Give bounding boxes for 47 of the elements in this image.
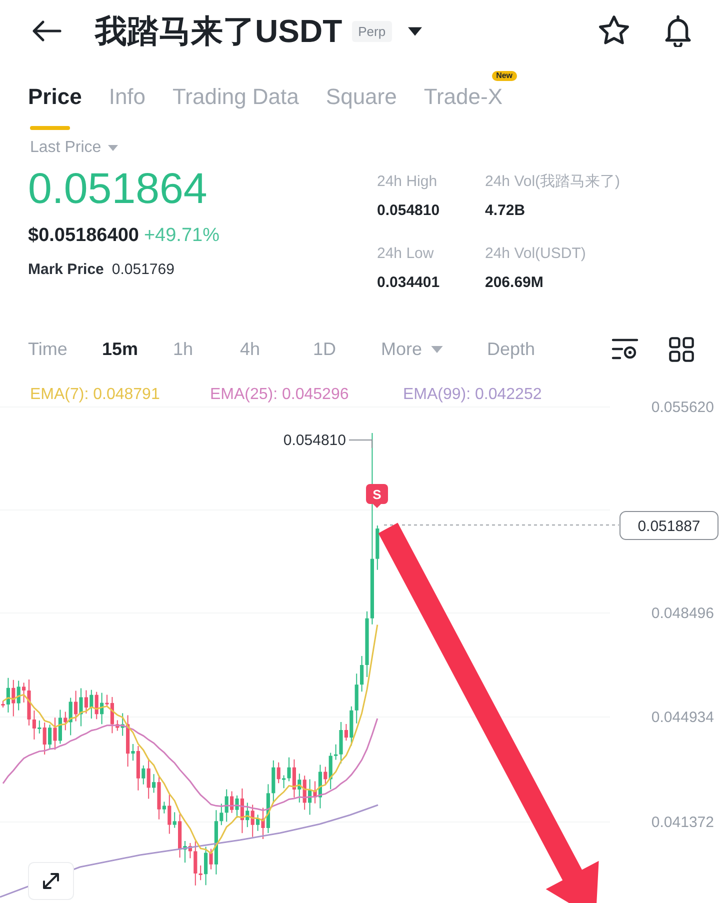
new-badge: New bbox=[492, 71, 517, 81]
tab[interactable]: Price bbox=[28, 84, 82, 110]
current-price-tag: 0.051887 bbox=[620, 511, 718, 540]
price-axis-label: 0.055620 bbox=[651, 399, 714, 416]
stat-value: 4.72B bbox=[485, 202, 526, 220]
interval-tab[interactable]: Time bbox=[28, 338, 102, 360]
stat-label: 24h Vol(我踏马来了) bbox=[485, 173, 620, 191]
last-price: 0.051864 bbox=[28, 165, 208, 213]
stat-label: 24h High bbox=[377, 173, 438, 191]
tab[interactable]: Trading Data bbox=[172, 84, 299, 110]
price-change: +49.71% bbox=[144, 225, 220, 247]
high-price-label: 0.054810 bbox=[283, 432, 346, 449]
mark-price: 0.051769 bbox=[112, 261, 174, 279]
stat-value: 0.034401 bbox=[377, 274, 441, 292]
ema-legend: EMA(99): 0.042252 bbox=[403, 386, 542, 404]
star-icon[interactable] bbox=[598, 15, 630, 47]
interval-tab[interactable]: Depth bbox=[487, 338, 536, 360]
mark-price-label: Mark Price bbox=[28, 261, 104, 279]
pair-title: 我踏马来了USDT bbox=[95, 12, 342, 50]
last-price-label[interactable]: Last Price bbox=[30, 138, 102, 158]
interval-tab[interactable]: 1D bbox=[313, 338, 381, 360]
stat-value: 0.054810 bbox=[377, 202, 441, 220]
tab[interactable]: Info bbox=[108, 84, 146, 110]
tab-underline bbox=[30, 126, 70, 130]
price-axis-label: 0.048496 bbox=[651, 605, 714, 622]
indicator-settings-icon[interactable] bbox=[611, 337, 639, 361]
expand-button[interactable] bbox=[28, 862, 74, 900]
stat-value: 206.69M bbox=[485, 274, 544, 292]
caret-down-icon[interactable] bbox=[408, 26, 422, 36]
interval-tab[interactable]: 15m bbox=[102, 338, 173, 360]
leader-line bbox=[348, 440, 372, 448]
stat-label: 24h Low bbox=[377, 245, 435, 263]
tab[interactable]: Square bbox=[326, 84, 397, 110]
usd-price: $0.05186400 bbox=[28, 225, 139, 247]
price-axis-label: 0.041372 bbox=[651, 814, 714, 831]
ema-legend: EMA(25): 0.045296 bbox=[210, 386, 403, 404]
grid-layout-icon[interactable] bbox=[669, 336, 694, 362]
interval-tab[interactable]: More bbox=[381, 338, 487, 360]
price-axis-label: 0.044934 bbox=[651, 709, 714, 726]
stat-label: 24h Vol(USDT) bbox=[485, 245, 587, 263]
interval-tab[interactable]: 4h bbox=[240, 338, 313, 360]
back-arrow-icon[interactable] bbox=[32, 20, 62, 42]
ema-legend: EMA(7): 0.048791 bbox=[30, 386, 210, 404]
interval-tab[interactable]: 1h bbox=[173, 338, 240, 360]
caret-down-icon bbox=[431, 346, 444, 352]
contract-type-badge: Perp bbox=[352, 20, 392, 42]
tab[interactable]: Trade-X bbox=[424, 84, 503, 110]
